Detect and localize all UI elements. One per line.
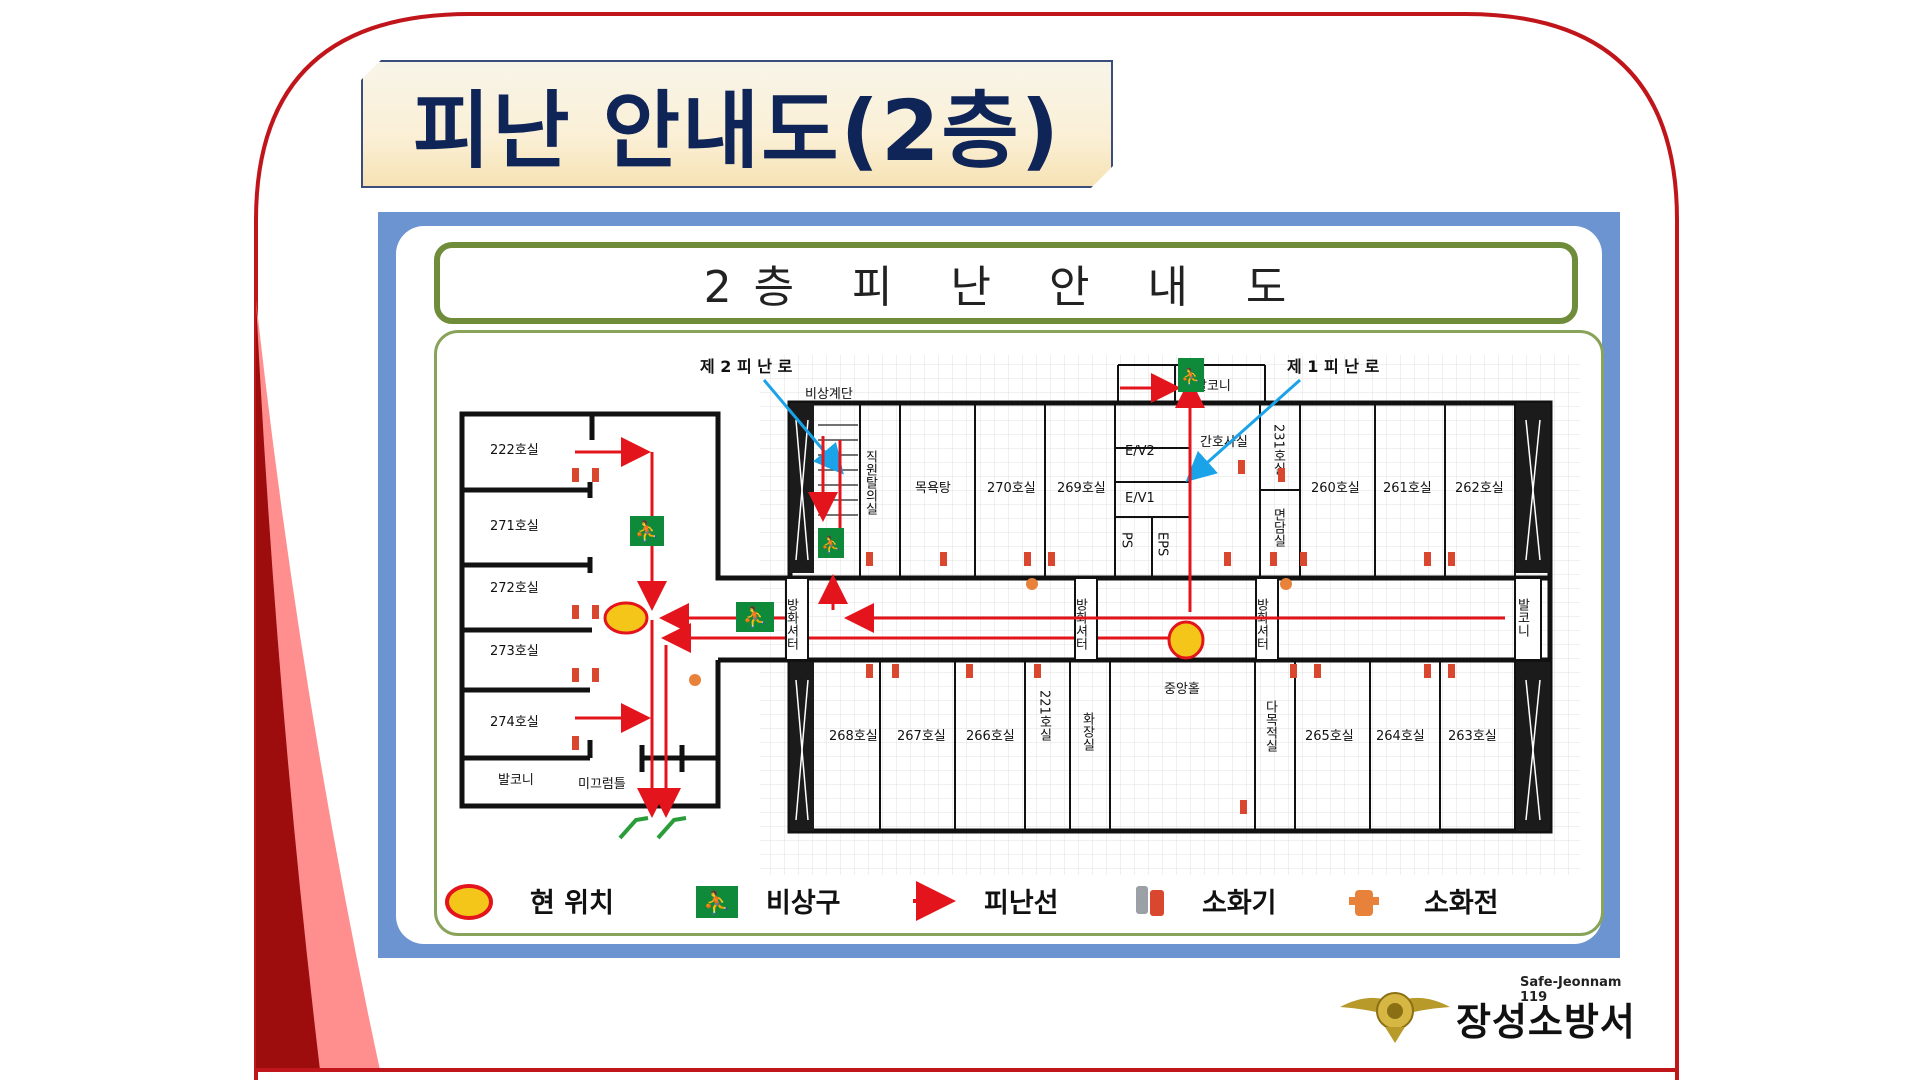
brand-logo: Safe-Jeonnam 119 장성소방서: [1340, 975, 1640, 1055]
room-263: 263호실: [1448, 729, 1497, 744]
room-268: 268호실: [829, 729, 878, 744]
room-toilet: 화장실: [1080, 712, 1095, 751]
floor-plan: 222호실 271호실 272호실 273호실 274호실 발코니 미끄럼틀 방…: [445, 355, 1580, 921]
svg-text:⛹: ⛹: [1181, 367, 1201, 386]
room-264: 264호실: [1376, 729, 1425, 744]
east-balcony-label: 발코니: [1515, 598, 1530, 637]
brand-name: 장성소방서: [1456, 1000, 1636, 1044]
slope-label: 미끄럼틀: [578, 777, 626, 792]
route-1-label: 제 1 피 난 로: [1287, 357, 1380, 376]
room-260: 260호실: [1311, 481, 1360, 496]
room-273: 273호실: [490, 644, 539, 659]
svg-text:⛹: ⛹: [635, 519, 660, 543]
exit-sign-west: ⛹: [630, 516, 664, 546]
legend-label-extinguisher: 소화기: [1202, 888, 1277, 919]
fire-hydrant-icon: [1349, 890, 1379, 916]
route-2-label: 제 2 피 난 로: [700, 357, 793, 376]
room-staff-locker: 직원탈의실: [863, 450, 878, 515]
room-271: 271호실: [490, 519, 539, 534]
legend-label-hydrant: 소화전: [1424, 888, 1499, 919]
legend-label-exit: 비상구: [766, 888, 841, 919]
ev1-label: E/V1: [1125, 491, 1155, 506]
ev2-label: E/V2: [1125, 444, 1155, 459]
slope-exit-marks: [618, 816, 687, 840]
room-267: 267호실: [897, 729, 946, 744]
legend-label-current: 현 위치: [530, 888, 614, 919]
svg-text:⛹: ⛹: [821, 535, 841, 554]
room-270: 270호실: [987, 481, 1036, 496]
exit-sign-top: ⛹: [1178, 358, 1204, 392]
room-multipurpose: 다목적실: [1263, 700, 1278, 752]
current-location-west: [603, 601, 649, 635]
eps-label: EPS: [1155, 532, 1170, 556]
room-221: 221호실: [1037, 690, 1052, 741]
room-261: 261호실: [1383, 481, 1432, 496]
room-265: 265호실: [1305, 729, 1354, 744]
current-location-icon: [445, 884, 493, 920]
fire-shutter-2: 방화셔터: [1073, 598, 1088, 650]
fire-extinguisher-icon: [1136, 886, 1164, 916]
svg-text:⛹: ⛹: [743, 605, 768, 629]
room-231: 231호실: [1271, 424, 1286, 475]
room-266: 266호실: [966, 729, 1015, 744]
slide: 피난 안내도(2층) 2층 피 난 안 내 도 222호실 271호실 272호…: [0, 0, 1920, 1080]
room-counsel: 면담실: [1271, 508, 1286, 547]
plan-grid: [760, 355, 1580, 875]
west-balcony-label: 발코니: [498, 773, 534, 788]
ps-label: PS: [1119, 532, 1134, 548]
stair-label: 비상계단: [805, 387, 853, 402]
fire-shutter-1: 방화셔터: [784, 598, 799, 650]
exit-sign-stair: ⛹: [818, 528, 844, 558]
svg-text:⛹: ⛹: [703, 889, 730, 916]
room-bath: 목욕탕: [915, 481, 951, 496]
room-222: 222호실: [490, 443, 539, 458]
exit-sign-corridor: ⛹: [736, 602, 774, 632]
room-262: 262호실: [1455, 481, 1504, 496]
legend-label-route: 피난선: [984, 888, 1059, 919]
room-274: 274호실: [490, 715, 539, 730]
fire-shutter-3: 방화셔터: [1254, 598, 1269, 650]
current-location-main: [1167, 620, 1205, 660]
emblem-icon: [1340, 992, 1450, 1043]
legend: 현 위치 ⛹ 비상구 피난선 소화기 소화전: [445, 881, 1499, 921]
central-hall: 중앙홀: [1164, 682, 1200, 697]
room-272: 272호실: [490, 581, 539, 596]
room-269: 269호실: [1057, 481, 1106, 496]
